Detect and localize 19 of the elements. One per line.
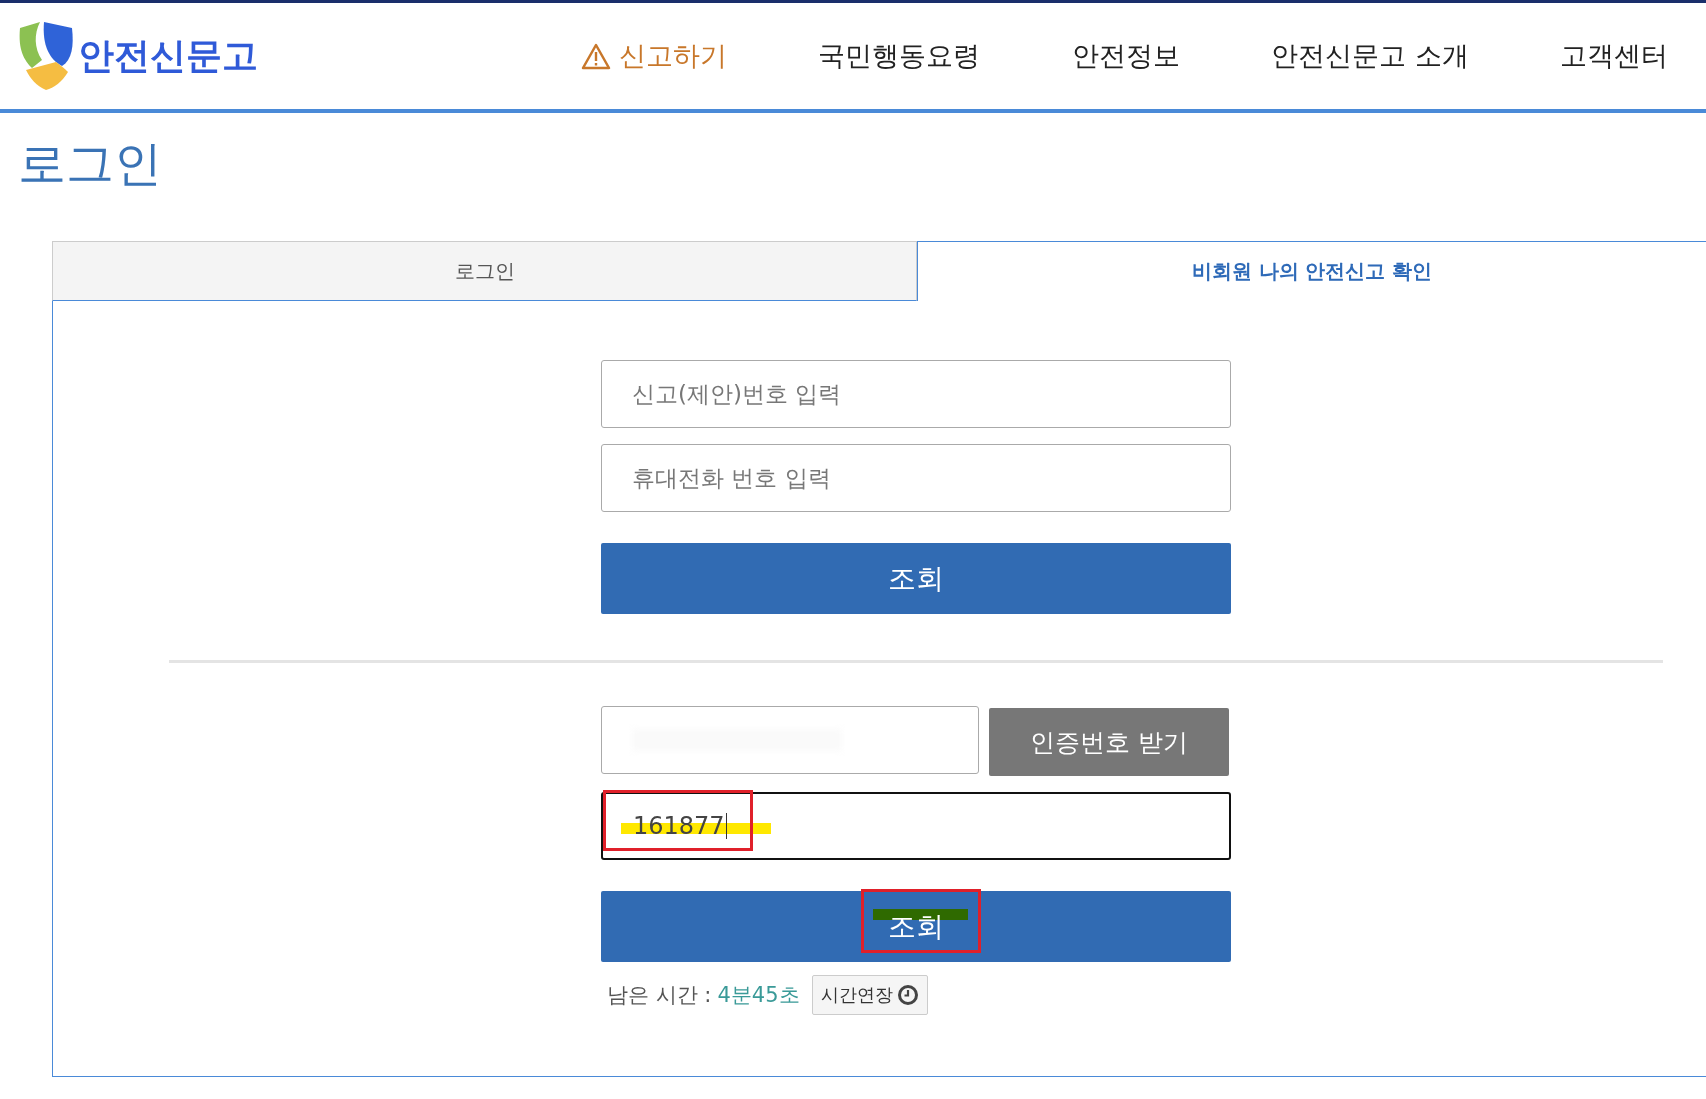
clock-icon xyxy=(896,984,919,1006)
tab[interactable]: 비회원 나의 안전신고 확인 xyxy=(917,241,1706,301)
timer-value: 4분45초 xyxy=(717,982,800,1009)
report-number-field[interactable]: 신고(제안)번호 입력 xyxy=(601,360,1231,428)
tab[interactable]: 로그인 xyxy=(52,241,917,301)
nav-link[interactable]: 국민행동요령 xyxy=(818,38,981,74)
send-code-button[interactable]: 인증번호 받기 xyxy=(989,708,1229,776)
nav-link[interactable]: 안전신문고 소개 xyxy=(1271,38,1469,74)
search-button[interactable]: 조회 xyxy=(601,543,1231,614)
warning-icon xyxy=(581,42,611,70)
phone-number-field[interactable]: 휴대전화 번호 입력 xyxy=(601,444,1231,512)
timer-label: 남은 시간 : xyxy=(607,982,712,1009)
logo-text[interactable]: 안전신문고 xyxy=(78,31,258,81)
page-title: 로그인 xyxy=(18,134,163,193)
nav-link[interactable]: 고객센터 xyxy=(1559,38,1668,74)
extend-time-button[interactable]: 시간연장 xyxy=(811,975,928,1015)
nav-link[interactable]: 안전정보 xyxy=(1071,38,1180,74)
search-button[interactable]: 조회 xyxy=(601,891,1231,962)
nav-link[interactable]: 신고하기 xyxy=(581,38,727,74)
